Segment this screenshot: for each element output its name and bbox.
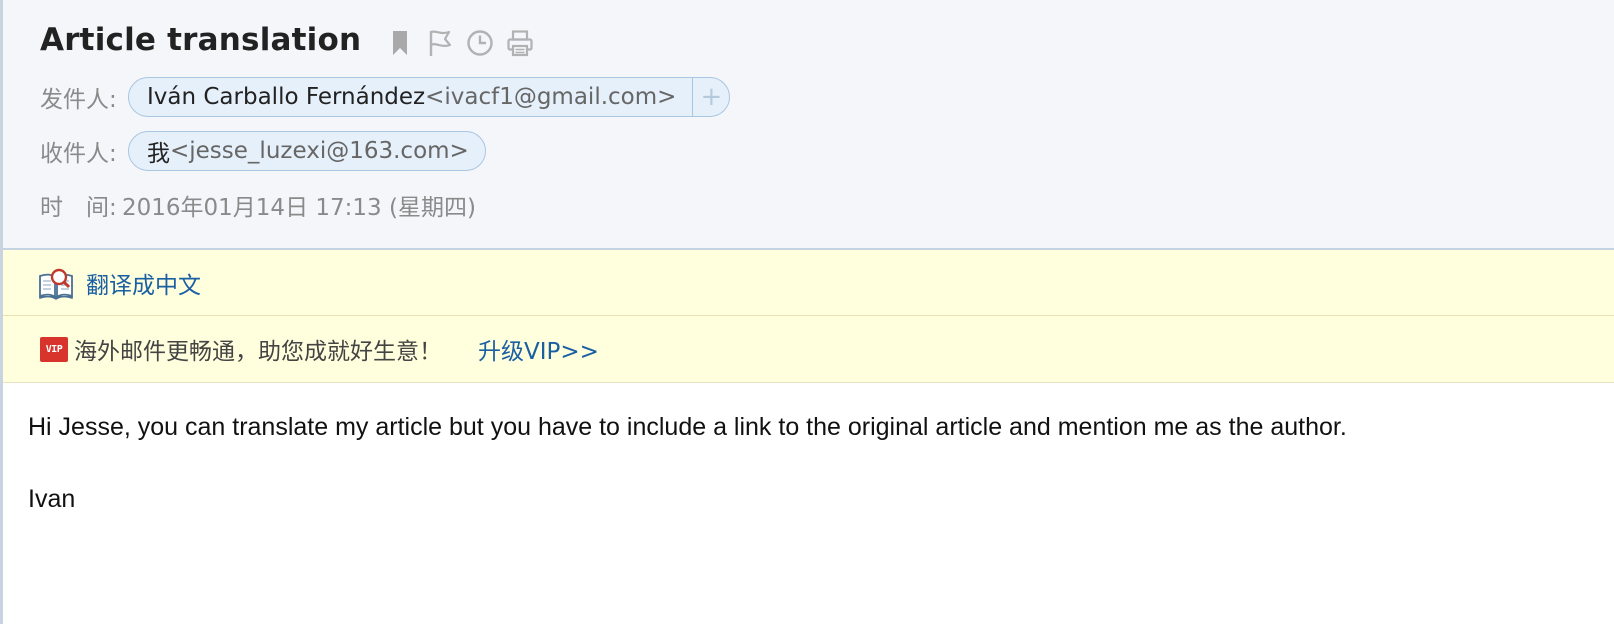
sender-address: <ivacf1@gmail.com> bbox=[425, 84, 677, 110]
add-contact-button[interactable]: + bbox=[692, 78, 729, 116]
body-signature: Ivan bbox=[28, 485, 76, 513]
vip-promo-text: 海外邮件更畅通，助您成就好生意！ bbox=[74, 339, 442, 365]
bookmark-button[interactable] bbox=[380, 26, 420, 60]
flag-button[interactable] bbox=[420, 26, 460, 60]
vip-badge-icon: VIP bbox=[40, 336, 68, 362]
print-button[interactable] bbox=[500, 26, 540, 60]
print-icon bbox=[507, 30, 533, 57]
sender-contact[interactable]: Iván Carballo Fernández <ivacf1@gmail.com… bbox=[129, 78, 692, 116]
recipient-contact[interactable]: 我 <jesse_luzexi@163.com> bbox=[129, 132, 485, 170]
bookmark-icon bbox=[393, 31, 407, 55]
upgrade-vip-link[interactable]: 升级VIP>> bbox=[478, 332, 599, 366]
to-label: 收件人: bbox=[40, 141, 117, 167]
recipient-address: <jesse_luzexi@163.com> bbox=[170, 138, 469, 164]
remind-button[interactable] bbox=[460, 26, 500, 60]
sender-chip: Iván Carballo Fernández <ivacf1@gmail.com… bbox=[128, 77, 731, 117]
sent-time: 2016年01月14日 17:13 (星期四) bbox=[122, 195, 476, 221]
translate-bar: 翻译成中文 bbox=[3, 250, 1614, 316]
from-row: 发件人: Iván Carballo Fernández <ivacf1@gmai… bbox=[40, 76, 731, 118]
translate-book-icon bbox=[39, 268, 73, 300]
time-label: 时 间: bbox=[40, 195, 117, 221]
recipient-chip: 我 <jesse_luzexi@163.com> bbox=[128, 131, 486, 171]
clock-icon bbox=[467, 30, 493, 56]
mail-header: Article translation 发件人: Iván Carballo F… bbox=[3, 0, 1614, 250]
translate-to-chinese-link[interactable]: 翻译成中文 bbox=[86, 266, 201, 300]
sender-name: Iván Carballo Fernández bbox=[147, 84, 426, 110]
flag-icon bbox=[429, 30, 452, 56]
header-toolbar bbox=[380, 26, 540, 60]
vip-promo-bar: VIP 海外邮件更畅通，助您成就好生意！ 升级VIP>> bbox=[3, 316, 1614, 383]
to-row: 收件人: 我 <jesse_luzexi@163.com> bbox=[40, 130, 486, 172]
recipient-name: 我 bbox=[147, 141, 170, 167]
from-label: 发件人: bbox=[40, 87, 117, 113]
body-paragraph: Hi Jesse, you can translate my article b… bbox=[28, 413, 1347, 441]
mail-body: Hi Jesse, you can translate my article b… bbox=[28, 412, 1588, 514]
mail-subject: Article translation bbox=[40, 22, 362, 58]
time-row: 时 间: 2016年01月14日 17:13 (星期四) bbox=[40, 184, 476, 226]
